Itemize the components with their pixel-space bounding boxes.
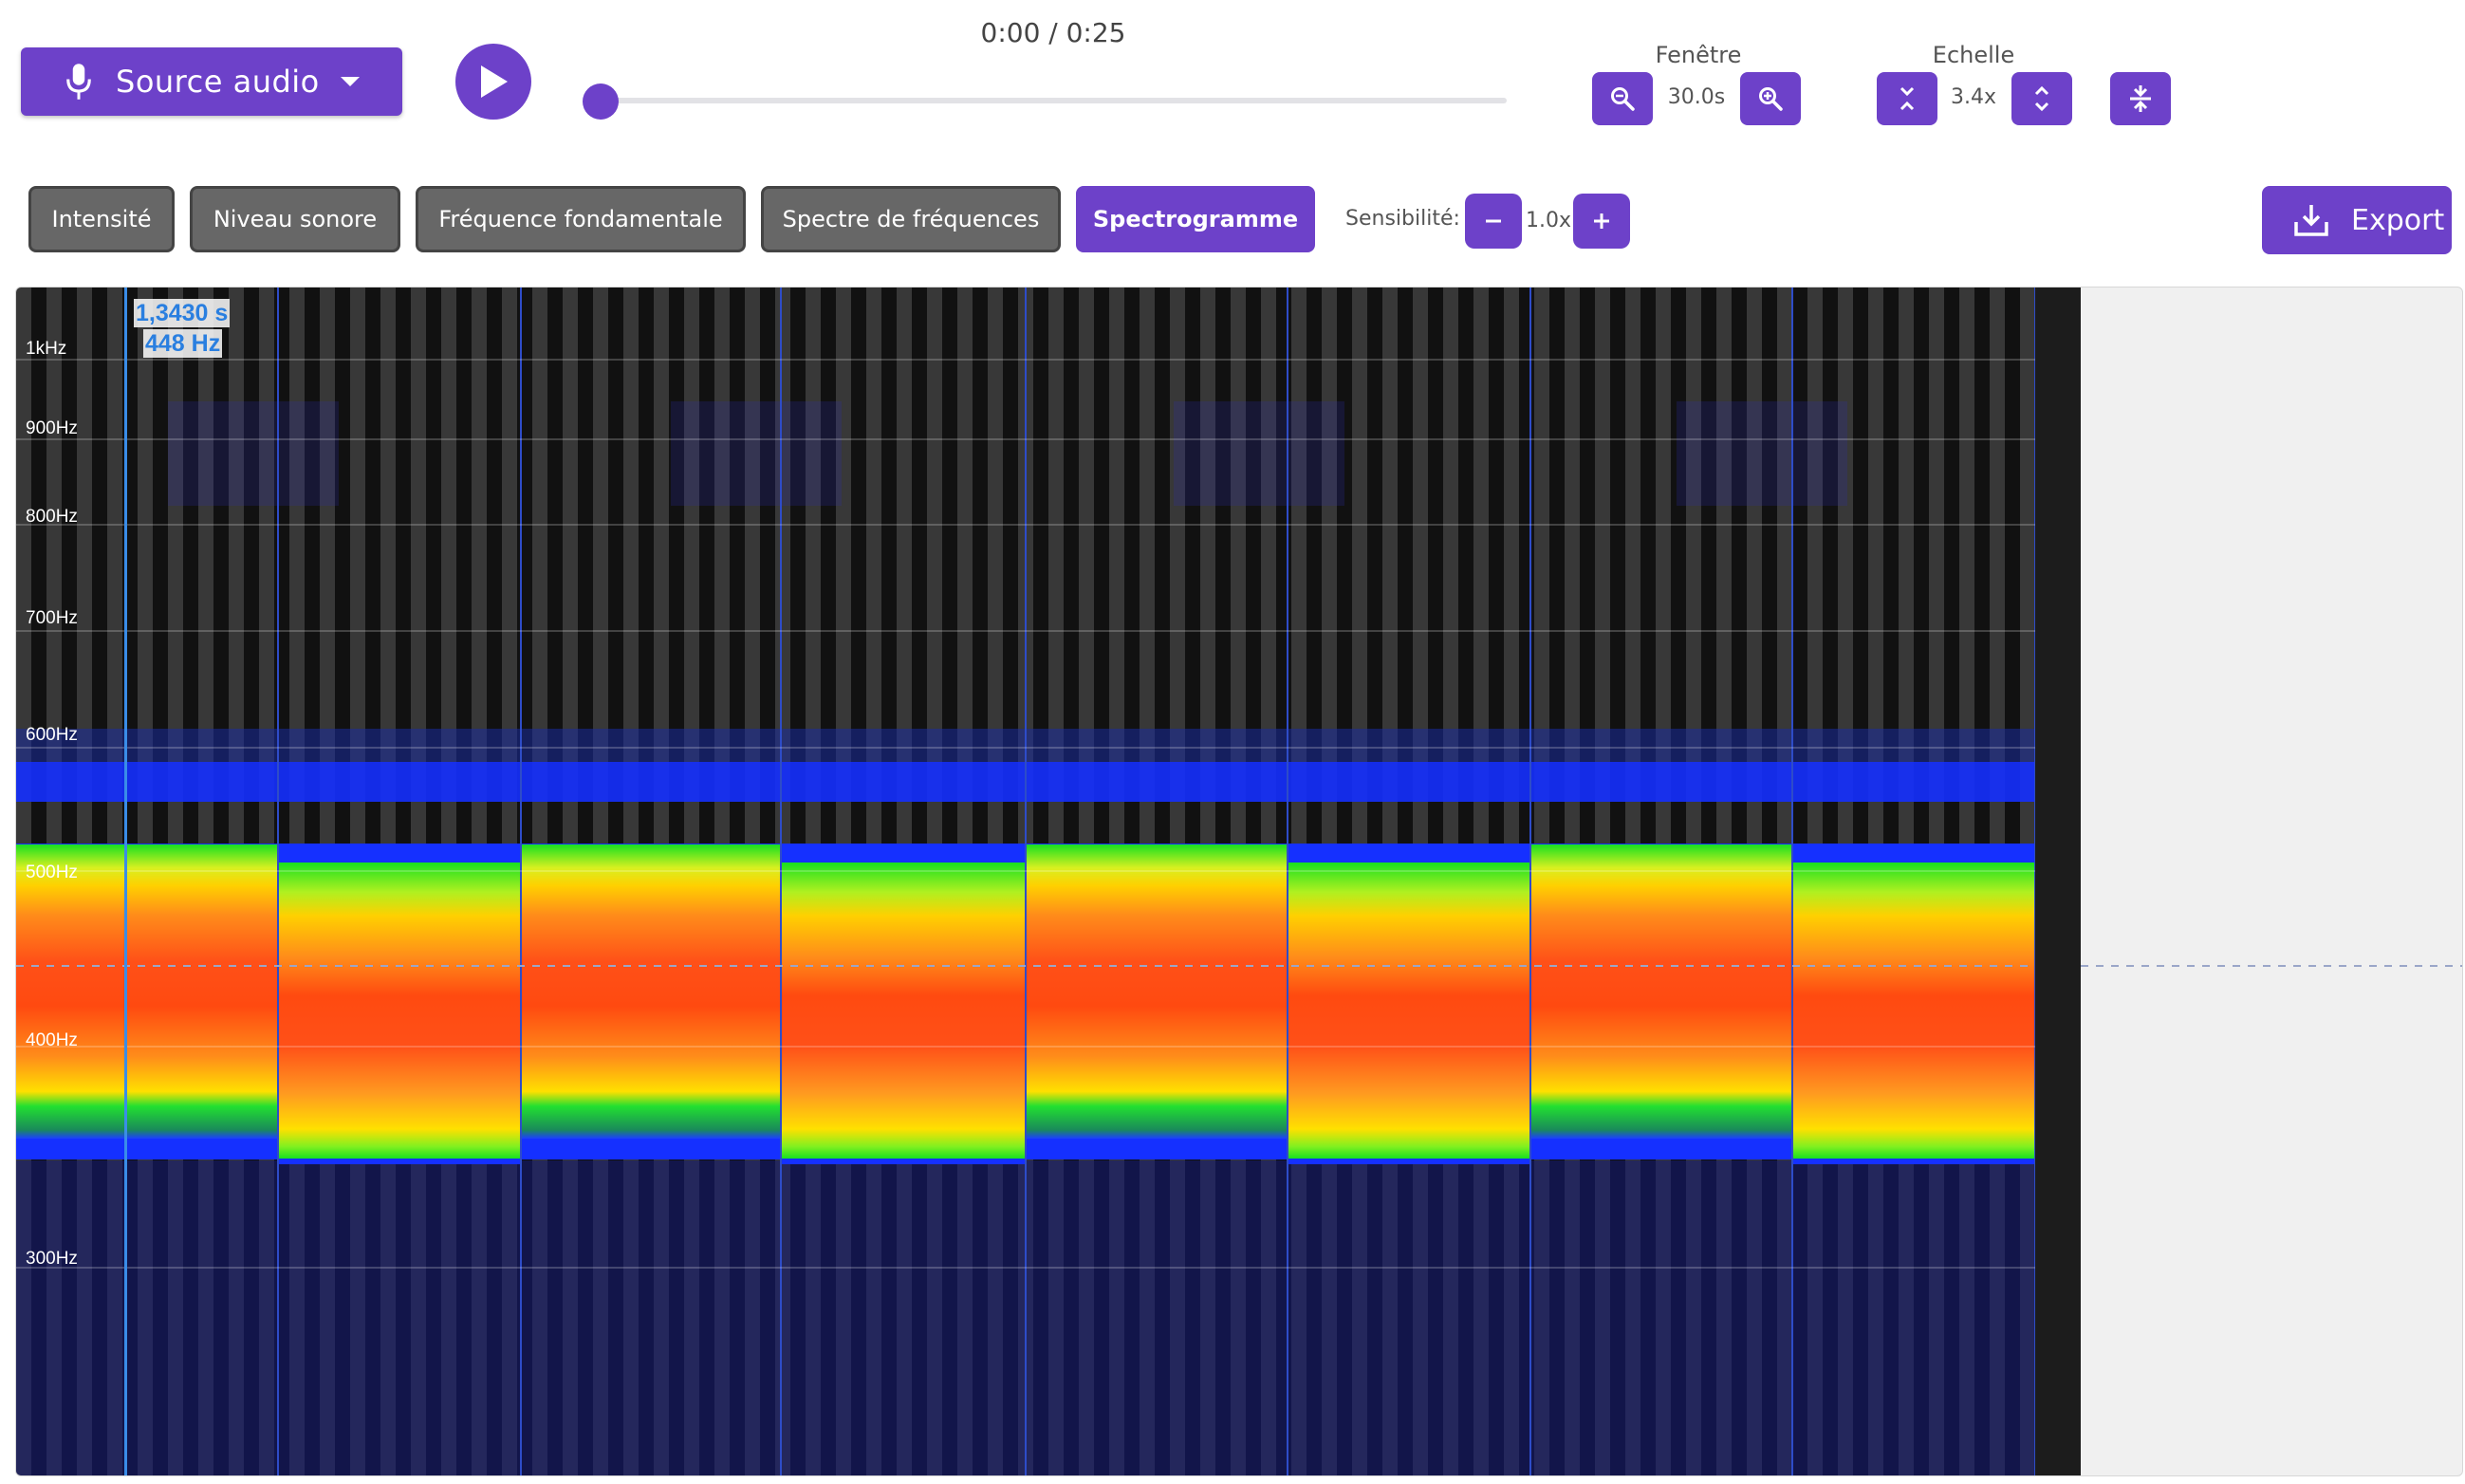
spectrogram-panel[interactable]: 1kHz 900Hz 800Hz 700Hz 600Hz 500Hz 400Hz… xyxy=(15,287,2463,1476)
y-axis-label-600hz: 600Hz xyxy=(26,725,78,745)
energy-band-edge xyxy=(278,844,521,864)
play-button[interactable] xyxy=(455,44,531,120)
energy-band xyxy=(781,863,1026,1159)
zoom-in-button[interactable] xyxy=(1740,72,1801,125)
y-axis-label-500hz: 500Hz xyxy=(26,863,78,882)
zoom-out-icon xyxy=(1611,87,1635,111)
scale-value: 3.4x xyxy=(1950,85,1996,109)
download-icon xyxy=(2294,205,2328,236)
compress-vertical-icon xyxy=(1900,86,1915,111)
export-label: Export xyxy=(2351,203,2445,237)
energy-band-edge xyxy=(1530,1139,1792,1159)
y-axis-label-1khz: 1kHz xyxy=(26,339,67,359)
energy-haze xyxy=(1174,401,1344,506)
sensitivity-decrease-button[interactable] xyxy=(1465,194,1522,249)
energy-band xyxy=(1026,844,1288,1139)
scale-increase-button[interactable] xyxy=(2011,72,2072,125)
energy-haze xyxy=(168,401,339,506)
zoom-out-button[interactable] xyxy=(1592,72,1653,125)
y-axis-label-300hz: 300Hz xyxy=(26,1249,78,1269)
tab-frequence-fondamentale[interactable]: Fréquence fondamentale xyxy=(416,186,746,252)
minus-icon xyxy=(1486,219,1501,223)
export-button[interactable]: Export xyxy=(2262,186,2452,254)
y-axis-label-400hz: 400Hz xyxy=(26,1030,78,1050)
fit-vertical-icon xyxy=(2130,85,2151,112)
energy-band xyxy=(1792,863,2035,1159)
cursor-time-readout: 1,3430 s xyxy=(134,299,231,327)
y-axis-label-900hz: 900Hz xyxy=(26,418,78,438)
sensitivity-label: Sensibilité: xyxy=(1345,207,1460,231)
play-icon xyxy=(481,65,508,98)
scale-decrease-button[interactable] xyxy=(1877,72,1937,125)
cursor-frequency-readout: 448 Hz xyxy=(143,329,223,358)
energy-band xyxy=(1530,844,1792,1139)
sensitivity-increase-button[interactable] xyxy=(1573,194,1630,249)
energy-band-edge xyxy=(1026,1139,1288,1159)
energy-band-edge xyxy=(1288,1159,1530,1164)
energy-band xyxy=(16,844,278,1139)
y-axis-label-700hz: 700Hz xyxy=(26,608,78,628)
y-axis-label-800hz: 800Hz xyxy=(26,507,78,527)
source-audio-button[interactable]: Source audio xyxy=(21,47,402,116)
source-audio-label: Source audio xyxy=(116,64,320,100)
chevron-down-icon xyxy=(340,77,360,86)
seek-slider[interactable] xyxy=(596,98,1507,103)
spectrogram-canvas[interactable] xyxy=(16,288,2462,1475)
microphone-icon xyxy=(66,64,91,100)
time-readout: 0:00 / 0:25 xyxy=(980,17,1126,48)
energy-haze xyxy=(671,401,842,506)
sensitivity-value: 1.0x xyxy=(1525,209,1571,232)
tab-intensite[interactable]: Intensité xyxy=(28,186,175,252)
energy-band-edge xyxy=(1792,844,2035,864)
energy-haze xyxy=(1677,401,1847,506)
energy-band-edge xyxy=(781,844,1026,864)
window-value: 30.0s xyxy=(1667,85,1726,109)
tab-spectrogramme[interactable]: Spectrogramme xyxy=(1076,186,1315,252)
energy-band xyxy=(1288,863,1530,1159)
energy-band-edge xyxy=(278,1159,521,1164)
tab-niveau-sonore[interactable]: Niveau sonore xyxy=(190,186,400,252)
energy-band xyxy=(278,863,521,1159)
tab-spectre-de-frequences[interactable]: Spectre de fréquences xyxy=(761,186,1061,252)
window-label: Fenêtre xyxy=(1655,42,1742,68)
energy-band-edge xyxy=(1288,844,1530,864)
fit-vertical-button[interactable] xyxy=(2110,72,2171,125)
seek-slider-thumb[interactable] xyxy=(583,83,619,120)
scale-label: Echelle xyxy=(1932,42,2015,68)
energy-band-edge xyxy=(16,1139,278,1159)
zoom-in-icon xyxy=(1759,87,1783,111)
energy-band xyxy=(521,844,781,1139)
energy-band-edge xyxy=(521,1139,781,1159)
energy-band-edge xyxy=(781,1159,1026,1164)
cursor-line[interactable] xyxy=(124,288,127,1475)
plus-icon xyxy=(1594,213,1609,229)
expand-vertical-icon xyxy=(2034,85,2049,112)
spectrogram-gutter xyxy=(2035,288,2081,1475)
energy-band-edge xyxy=(1792,1159,2035,1164)
